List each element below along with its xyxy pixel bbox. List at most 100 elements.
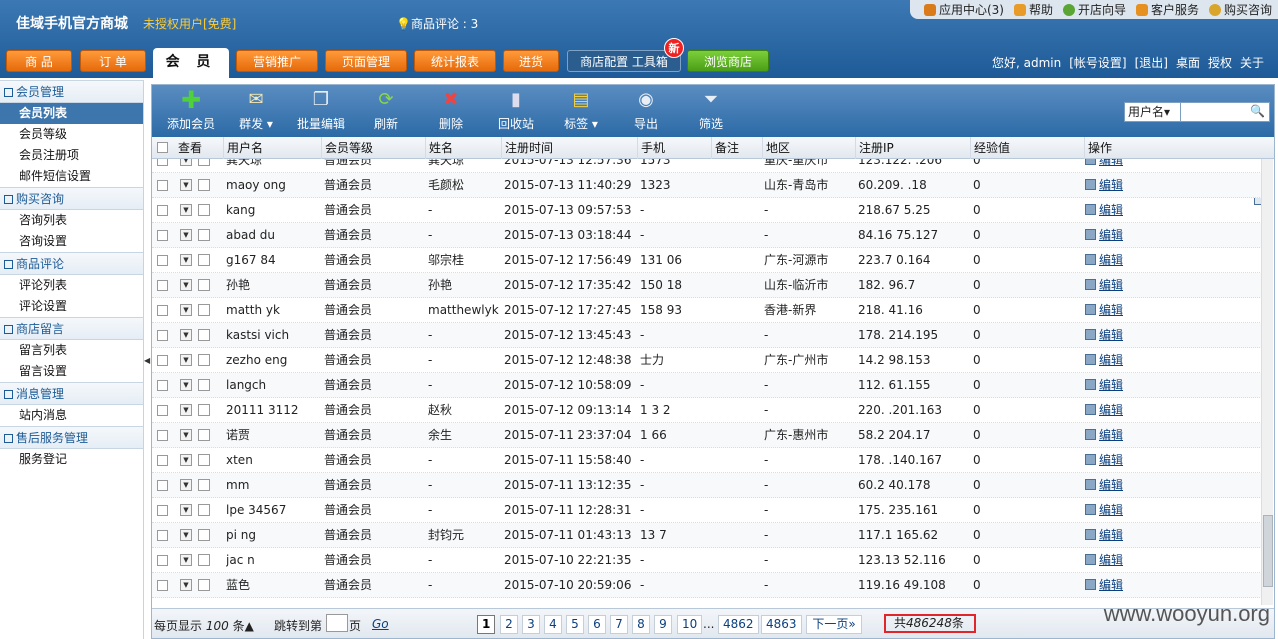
row-checkbox[interactable] bbox=[157, 205, 168, 216]
row-checkbox[interactable] bbox=[157, 430, 168, 441]
row-checkbox[interactable] bbox=[157, 159, 168, 166]
tab-members[interactable]: 会 员 bbox=[153, 48, 229, 78]
edit-action[interactable]: 编辑 bbox=[1085, 248, 1165, 273]
sidebar-item-member-level[interactable]: 会员等级 bbox=[0, 124, 143, 145]
row-expand-icon[interactable]: ▼ bbox=[180, 204, 192, 216]
table-row[interactable]: ▼ kang 普通会员 -2015-07-13 09:57:53- -218.67 5.… bbox=[152, 198, 1262, 223]
row-open-icon[interactable] bbox=[198, 254, 210, 266]
page-link[interactable]: 6 bbox=[588, 615, 606, 634]
row-expand-icon[interactable]: ▼ bbox=[180, 479, 192, 491]
row-checkbox[interactable] bbox=[157, 580, 168, 591]
purchase-consult-link[interactable]: 购买咨询 bbox=[1208, 1, 1272, 18]
col-note[interactable]: 备注 bbox=[711, 137, 762, 159]
row-open-icon[interactable] bbox=[198, 429, 210, 441]
row-expand-icon[interactable]: ▼ bbox=[180, 504, 192, 516]
row-checkbox[interactable] bbox=[157, 530, 168, 541]
desktop-link[interactable]: 桌面 bbox=[1176, 54, 1200, 71]
row-expand-icon[interactable]: ▼ bbox=[180, 354, 192, 366]
row-open-icon[interactable] bbox=[198, 479, 210, 491]
col-name[interactable]: 姓名 bbox=[425, 137, 501, 159]
page-jump-input[interactable] bbox=[326, 614, 348, 632]
sidebar-group-reviews[interactable]: 商品评论 bbox=[0, 252, 143, 275]
row-checkbox[interactable] bbox=[157, 480, 168, 491]
export-button[interactable]: ◉ 导出 bbox=[616, 89, 676, 132]
refresh-button[interactable]: ⟳ 刷新 bbox=[356, 89, 416, 132]
logout-link[interactable]: [退出] bbox=[1135, 54, 1168, 71]
scrollbar-thumb[interactable] bbox=[1263, 515, 1273, 587]
sidebar-item-member-list[interactable]: 会员列表 bbox=[0, 103, 143, 124]
tab-reports[interactable]: 统计报表 bbox=[414, 50, 496, 72]
col-experience[interactable]: 经验值 bbox=[970, 137, 1084, 159]
table-row[interactable]: ▼ matth yk 普通会员 matthewlyk 2015-07-12 17:27:… bbox=[152, 298, 1262, 323]
tab-browse-shop[interactable]: 浏览商店 bbox=[687, 50, 769, 72]
row-checkbox[interactable] bbox=[157, 505, 168, 516]
sidebar-group-consult[interactable]: 购买咨询 bbox=[0, 187, 143, 210]
row-expand-icon[interactable]: ▼ bbox=[180, 279, 192, 291]
row-open-icon[interactable] bbox=[198, 504, 210, 516]
select-all-checkbox[interactable] bbox=[157, 142, 168, 153]
app-center-link[interactable]: 应用中心(3) bbox=[923, 1, 1004, 18]
row-expand-icon[interactable]: ▼ bbox=[180, 254, 192, 266]
table-row[interactable]: ▼ maoy ong 普通会员 毛颜松 2015-07-13 11:40:29 1323 山… bbox=[152, 173, 1262, 198]
row-open-icon[interactable] bbox=[198, 454, 210, 466]
sidebar-item-consult-list[interactable]: 咨询列表 bbox=[0, 210, 143, 231]
edit-action[interactable]: 编辑 bbox=[1085, 448, 1165, 473]
row-open-icon[interactable] bbox=[198, 579, 210, 591]
row-checkbox[interactable] bbox=[157, 230, 168, 241]
license-status[interactable]: 未授权用户[免费] bbox=[143, 15, 236, 32]
sidebar-group-messages[interactable]: 商店留言 bbox=[0, 317, 143, 340]
page-link[interactable]: 3 bbox=[522, 615, 540, 634]
tab-shop-config[interactable]: 商店配置 工具箱 bbox=[567, 50, 681, 72]
vertical-scrollbar[interactable] bbox=[1261, 159, 1273, 605]
col-username[interactable]: 用户名 bbox=[223, 137, 321, 159]
page-link[interactable]: 5 bbox=[566, 615, 584, 634]
row-expand-icon[interactable]: ▼ bbox=[180, 404, 192, 416]
col-phone[interactable]: 手机 bbox=[637, 137, 711, 159]
next-page-button[interactable]: 下一页» bbox=[806, 615, 862, 634]
edit-action[interactable]: 编辑 bbox=[1085, 298, 1165, 323]
row-expand-icon[interactable]: ▼ bbox=[180, 454, 192, 466]
row-checkbox[interactable] bbox=[157, 280, 168, 291]
sidebar-item-member-fields[interactable]: 会员注册项 bbox=[0, 145, 143, 166]
page-link[interactable]: 4 bbox=[544, 615, 562, 634]
help-link[interactable]: 帮助 bbox=[1013, 1, 1053, 18]
row-expand-icon[interactable]: ▼ bbox=[180, 379, 192, 391]
row-open-icon[interactable] bbox=[198, 554, 210, 566]
row-checkbox[interactable] bbox=[157, 305, 168, 316]
page-link[interactable]: 9 bbox=[654, 615, 672, 634]
page-link[interactable]: 7 bbox=[610, 615, 628, 634]
row-open-icon[interactable] bbox=[198, 354, 210, 366]
row-open-icon[interactable] bbox=[198, 279, 210, 291]
row-checkbox[interactable] bbox=[157, 255, 168, 266]
row-open-icon[interactable] bbox=[198, 229, 210, 241]
page-link[interactable]: 8 bbox=[632, 615, 650, 634]
edit-action[interactable]: 编辑 bbox=[1085, 223, 1165, 248]
table-row[interactable]: ▼ 蓝色 普通会员 -2015-07-10 20:59:06- -119.16 49.1… bbox=[152, 573, 1262, 598]
edit-action[interactable]: 编辑 bbox=[1085, 498, 1165, 523]
edit-action[interactable]: 编辑 bbox=[1085, 273, 1165, 298]
table-row[interactable]: ▼ xten 普通会员 -2015-07-11 15:58:40- -178. .140… bbox=[152, 448, 1262, 473]
sidebar-item-message-list[interactable]: 留言列表 bbox=[0, 340, 143, 361]
col-view[interactable]: 查看 bbox=[175, 137, 202, 159]
table-row[interactable]: ▼ jac n 普通会员 -2015-07-10 22:21:35- -123.13 5… bbox=[152, 548, 1262, 573]
table-row[interactable]: ▼ 龚天琼 普通会员 龚天琼 2015-07-13 12:57:36 1573 重庆-重庆市… bbox=[152, 159, 1262, 173]
page-link[interactable]: 2 bbox=[500, 615, 518, 634]
row-open-icon[interactable] bbox=[198, 304, 210, 316]
row-open-icon[interactable] bbox=[198, 329, 210, 341]
edit-action[interactable]: 编辑 bbox=[1085, 323, 1165, 348]
shop-guide-link[interactable]: 开店向导 bbox=[1062, 1, 1126, 18]
sidebar-item-service-register[interactable]: 服务登记 bbox=[0, 449, 143, 470]
tab-page-manage[interactable]: 页面管理 bbox=[325, 50, 407, 72]
table-row[interactable]: ▼ langch 普通会员 -2015-07-12 10:58:09- -112. 61… bbox=[152, 373, 1262, 398]
table-row[interactable]: ▼ lpe 34567 普通会员 -2015-07-11 12:28:31- -175.… bbox=[152, 498, 1262, 523]
sidebar-collapse-handle[interactable]: ◀ bbox=[144, 355, 150, 367]
about-link[interactable]: 关于 bbox=[1240, 54, 1264, 71]
tab-goods[interactable]: 商 品 bbox=[6, 50, 72, 72]
review-notice[interactable]: 💡商品评论 : 3 bbox=[396, 15, 478, 32]
license-link[interactable]: 授权 bbox=[1208, 54, 1232, 71]
sidebar-group-after-sale[interactable]: 售后服务管理 bbox=[0, 426, 143, 449]
edit-action[interactable]: 编辑 bbox=[1085, 398, 1165, 423]
row-expand-icon[interactable]: ▼ bbox=[180, 329, 192, 341]
col-region[interactable]: 地区 bbox=[762, 137, 855, 159]
sidebar-item-site-message[interactable]: 站内消息 bbox=[0, 405, 143, 426]
